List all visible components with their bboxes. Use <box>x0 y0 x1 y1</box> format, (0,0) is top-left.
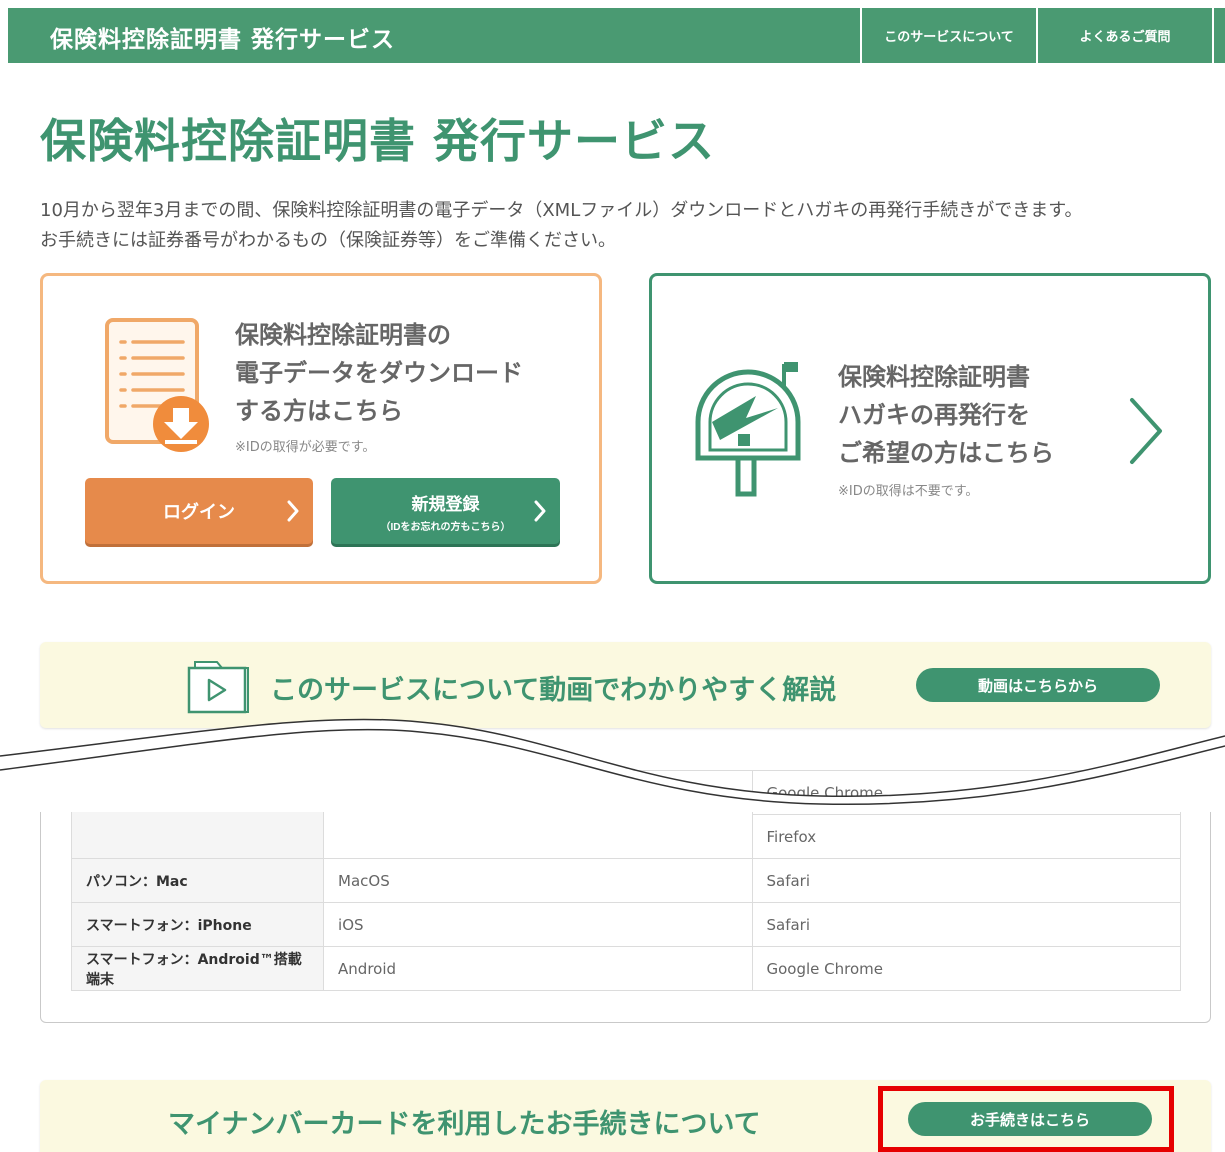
register-button[interactable]: 新規登録 （IDをお忘れの方もこちら） <box>331 478 560 544</box>
watch-video-button[interactable]: 動画はこちらから <box>916 668 1160 702</box>
postcard-heading: 保険料控除証明書 ハガキの再発行を ご希望の方はこちら <box>838 358 1054 472</box>
chevron-right-icon <box>1130 398 1162 464</box>
download-card: 保険料控除証明書の 電子データをダウンロード する方はこちら ※IDの取得が必要… <box>40 273 602 584</box>
table-row: スマートフォン：Android™搭載端末 Android Google Chro… <box>70 946 1181 991</box>
login-button-label: ログイン <box>163 502 235 522</box>
download-heading: 保険料控除証明書の 電子データをダウンロード する方はこちら <box>235 316 523 430</box>
postcard-heading-line-2: ハガキの再発行を <box>838 401 1030 429</box>
postcard-reissue-card[interactable]: 保険料控除証明書 ハガキの再発行を ご希望の方はこちら ※IDの取得は不要です。 <box>649 273 1211 584</box>
download-heading-line-1: 保険料控除証明書の <box>235 321 451 349</box>
lead-text: 10月から翌年3月までの間、保険料控除証明書の電子データ（XMLファイル）ダウン… <box>40 196 1082 256</box>
postcard-heading-line-3: ご希望の方はこちら <box>838 439 1054 467</box>
mailbox-icon <box>695 362 801 497</box>
table-cell: Google Chrome <box>751 946 1181 991</box>
chevron-right-icon <box>287 500 299 522</box>
mynumber-banner-text: マイナンバーカードを利用したお手続きについて <box>168 1109 761 1140</box>
site-header: 保険料控除証明書 発行サービス このサービスについて よくあるご質問 <box>8 8 1225 63</box>
mynumber-banner: マイナンバーカードを利用したお手続きについて お手続きはこちら <box>40 1080 1211 1152</box>
table-cell: パソコン：Mac <box>70 858 325 903</box>
download-heading-line-2: 電子データをダウンロード <box>235 359 523 387</box>
lead-line-2: お手続きには証券番号がわかるもの（保険証券等）をご準備ください。 <box>40 230 616 251</box>
table-cell: Firefox <box>751 814 1181 859</box>
postcard-heading-line-1: 保険料控除証明書 <box>838 363 1030 391</box>
login-button[interactable]: ログイン <box>85 478 313 544</box>
download-heading-line-3: する方はこちら <box>235 397 403 425</box>
mynumber-procedure-button[interactable]: お手続きはこちら <box>908 1102 1152 1136</box>
video-folder-icon <box>187 661 249 714</box>
nav-about-service[interactable]: このサービスについて <box>860 8 1036 63</box>
document-download-icon <box>105 318 209 452</box>
download-note: ※IDの取得が必要です。 <box>235 440 376 455</box>
table-cell: Safari <box>751 858 1181 903</box>
table-cell: iOS <box>323 902 753 947</box>
postcard-note: ※IDの取得は不要です。 <box>838 484 979 499</box>
nav-faq[interactable]: よくあるご質問 <box>1036 8 1212 63</box>
register-button-label: 新規登録 <box>411 494 480 514</box>
table-cell: MacOS <box>323 858 753 903</box>
table-cell: スマートフォン：iPhone <box>70 902 325 947</box>
page-title: 保険料控除証明書 発行サービス <box>40 114 716 168</box>
table-cell: Safari <box>751 902 1181 947</box>
lead-line-1: 10月から翌年3月までの間、保険料控除証明書の電子データ（XMLファイル）ダウン… <box>40 200 1083 221</box>
table-cell: Android <box>323 946 753 991</box>
register-button-sublabel: （IDをお忘れの方もこちら） <box>380 521 511 533</box>
torn-page-divider <box>0 718 1225 812</box>
chevron-right-icon <box>534 500 546 522</box>
table-cell: スマートフォン：Android™搭載端末 <box>70 946 325 991</box>
table-row: パソコン：Mac MacOS Safari <box>70 858 1181 903</box>
site-title[interactable]: 保険料控除証明書 発行サービス <box>50 20 395 54</box>
table-row: スマートフォン：iPhone iOS Safari <box>70 902 1181 947</box>
nav-more[interactable] <box>1212 8 1225 63</box>
video-banner-text: このサービスについて動画でわかりやすく解説 <box>270 675 837 706</box>
